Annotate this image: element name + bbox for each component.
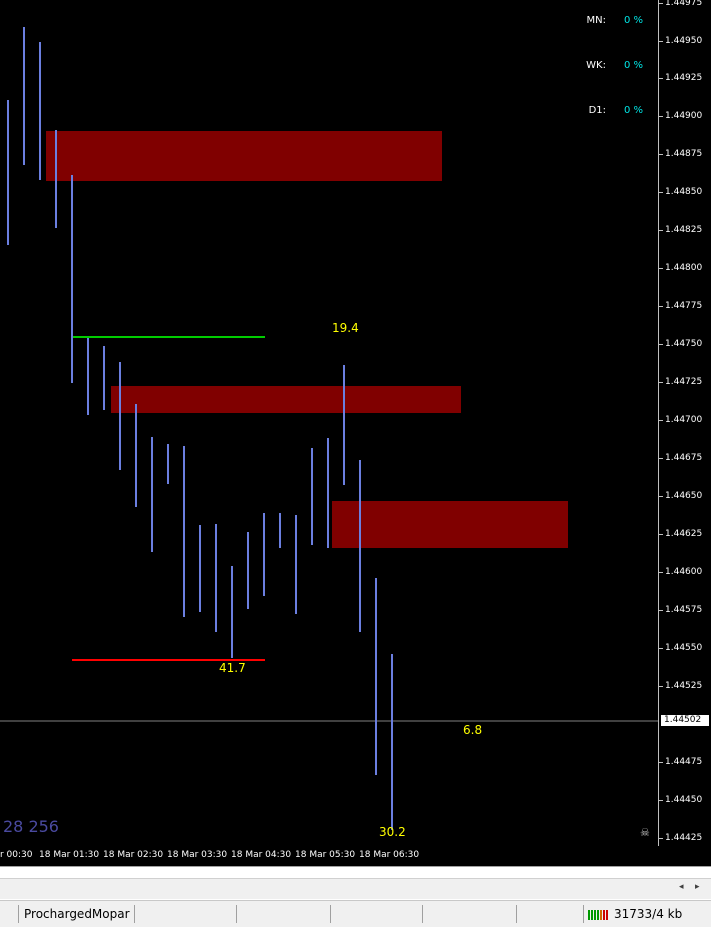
price-tick	[659, 344, 663, 345]
price-label: 1.44900	[665, 111, 703, 121]
stat-d1-value: 0 %	[624, 105, 644, 116]
price-label: 1.44775	[665, 301, 703, 311]
price-label: 1.44425	[665, 833, 703, 843]
current-price-tag: 1.44502	[661, 715, 709, 726]
skull-icon: ☠	[640, 826, 650, 839]
stat-wk-label: WK:	[586, 60, 606, 71]
price-label: 1.44600	[665, 567, 703, 577]
price-tick	[659, 230, 663, 231]
price-tick	[659, 420, 663, 421]
price-label: 1.44525	[665, 681, 703, 691]
annotation-41-7: 41.7	[219, 661, 246, 675]
time-label: 18 Mar 04:30	[231, 850, 292, 860]
price-tick	[659, 78, 663, 79]
annotation-6-8: 6.8	[463, 723, 483, 737]
stat-mn-value: 0 %	[624, 15, 644, 26]
price-label: 1.44650	[665, 491, 703, 501]
annotation-30-2: 30.2	[379, 825, 406, 839]
price-label: 1.44625	[665, 529, 703, 539]
horizontal-scrollbar[interactable]: ◂ ▸	[0, 878, 711, 899]
price-label: 1.44800	[665, 263, 703, 273]
price-tick	[659, 382, 663, 383]
stat-wk-value: 0 %	[624, 60, 644, 71]
time-label: 18 Mar 06:30	[359, 850, 420, 860]
time-label: 18 Mar 01:30	[39, 850, 100, 860]
status-bar: ProchargedMopar 31733/4 kb	[0, 900, 711, 927]
price-tick	[659, 268, 663, 269]
price-tick	[659, 838, 663, 839]
chart-area[interactable]: MN: 0 % WK: 0 % D1: 0 % 19.4 41.7 6.8 30…	[0, 0, 658, 846]
price-label: 1.44925	[665, 73, 703, 83]
stat-d1-label: D1:	[588, 105, 606, 116]
frame-divider	[0, 866, 711, 867]
zone-middle	[111, 386, 461, 413]
status-traffic: 31733/4 kb	[614, 907, 683, 921]
price-tick	[659, 648, 663, 649]
price-label: 1.44725	[665, 377, 703, 387]
price-label: 1.44575	[665, 605, 703, 615]
price-tick	[659, 762, 663, 763]
price-label: 1.44950	[665, 36, 703, 46]
price-tick	[659, 800, 663, 801]
price-label: 1.44550	[665, 643, 703, 653]
price-label: 1.44825	[665, 225, 703, 235]
price-bars	[0, 27, 658, 830]
status-profile[interactable]: ProchargedMopar	[24, 907, 130, 921]
price-tick	[659, 41, 663, 42]
time-label: 18 Mar 03:30	[167, 850, 228, 860]
price-tick	[659, 3, 663, 4]
price-tick	[659, 306, 663, 307]
price-label: 1.44675	[665, 453, 703, 463]
time-axis: r 00:30 18 Mar 01:30 18 Mar 02:30 18 Mar 03…	[0, 846, 711, 866]
price-tick	[659, 610, 663, 611]
time-label: r 00:30	[0, 850, 33, 860]
time-label: 18 Mar 05:30	[295, 850, 356, 860]
price-label: 1.44850	[665, 187, 703, 197]
time-label: 18 Mar 02:30	[103, 850, 164, 860]
price-tick	[659, 116, 663, 117]
price-tick	[659, 572, 663, 573]
price-label: 1.44700	[665, 415, 703, 425]
price-tick	[659, 686, 663, 687]
price-tick	[659, 192, 663, 193]
arrow-left-icon[interactable]: ◂	[679, 882, 684, 892]
annotation-19-4: 19.4	[332, 321, 359, 335]
price-label: 1.44975	[665, 0, 703, 8]
price-label: 1.44875	[665, 149, 703, 159]
price-tick	[659, 458, 663, 459]
price-tick	[659, 534, 663, 535]
price-tick	[659, 496, 663, 497]
corner-text: 28 256	[3, 817, 59, 836]
price-axis: 1.44975 1.44950 1.44925 1.44900 1.44875 1.448…	[658, 0, 711, 846]
price-label: 1.44450	[665, 795, 703, 805]
zone-lower	[332, 501, 568, 548]
connection-bars-icon	[588, 908, 610, 920]
zone-upper	[46, 131, 442, 181]
price-tick	[659, 154, 663, 155]
price-label: 1.44750	[665, 339, 703, 349]
price-label: 1.44475	[665, 757, 703, 767]
arrow-right-icon[interactable]: ▸	[695, 882, 700, 892]
stat-mn-label: MN:	[586, 15, 606, 26]
